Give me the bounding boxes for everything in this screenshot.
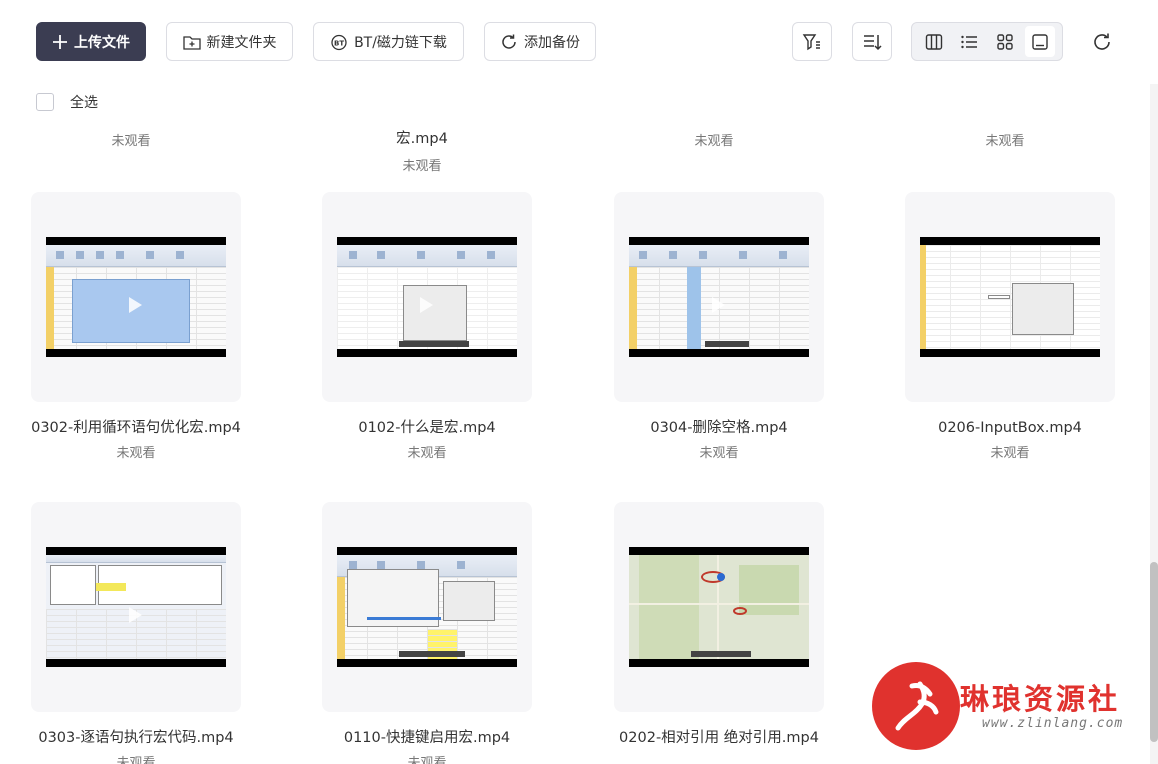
svg-text:BT: BT — [334, 39, 344, 47]
new-folder-label: 新建文件夹 — [206, 34, 277, 51]
file-name[interactable]: 0304-删除空格.mp4 — [614, 416, 824, 441]
filter-icon — [802, 33, 820, 50]
upload-label: 上传文件 — [74, 34, 130, 51]
sync-icon — [502, 34, 516, 49]
columns-icon — [925, 33, 942, 50]
view-mode-group — [911, 22, 1063, 61]
video-thumbnail[interactable] — [322, 502, 532, 712]
thumbnail-icon — [1032, 33, 1048, 50]
folder-add-icon — [182, 35, 201, 50]
file-card[interactable]: 0110-快捷键启用宏.mp4 未观看 — [322, 502, 532, 764]
watch-status: 未观看 — [116, 756, 156, 764]
file-name[interactable]: 0303-逐语句执行宏代码.mp4 — [31, 726, 241, 751]
watch-status: 未观看 — [407, 756, 447, 764]
select-all[interactable]: 全选 — [36, 92, 98, 112]
video-thumbnail[interactable] — [322, 192, 532, 402]
add-backup-button[interactable]: 添加备份 — [484, 22, 596, 61]
file-name[interactable]: 0102-什么是宏.mp4 — [322, 416, 532, 441]
file-name[interactable]: 0206-InputBox.mp4 — [905, 416, 1115, 441]
watch-status: 未观看 — [407, 446, 447, 461]
scrollbar-thumb[interactable] — [1150, 562, 1158, 742]
watch-status: 未观看 — [111, 134, 151, 149]
view-thumbnail-button[interactable] — [1025, 26, 1056, 57]
video-frame — [920, 237, 1100, 357]
file-card[interactable]: 0304-删除空格.mp4 未观看 — [614, 192, 824, 466]
video-thumbnail[interactable] — [31, 192, 241, 402]
add-backup-label: 添加备份 — [524, 34, 580, 51]
watch-status: 未观看 — [694, 134, 734, 149]
video-frame — [337, 237, 517, 357]
grid-icon — [997, 33, 1013, 50]
refresh-icon — [1094, 33, 1110, 50]
sort-icon — [864, 34, 882, 50]
watch-status: 未观看 — [402, 159, 442, 174]
bt-download-button[interactable]: BT BT/磁力链下载 — [313, 22, 464, 61]
filter-button[interactable] — [792, 22, 832, 61]
video-frame — [629, 547, 809, 667]
file-card[interactable]: 0303-逐语句执行宏代码.mp4 未观看 — [31, 502, 241, 764]
video-frame — [46, 547, 226, 667]
file-name[interactable]: 0110-快捷键启用宏.mp4 — [322, 726, 532, 751]
select-all-label: 全选 — [70, 95, 98, 111]
file-card[interactable]: 0202-相对引用 绝对引用.mp4 — [614, 502, 824, 751]
watch-status: 未观看 — [116, 446, 156, 461]
list-icon — [961, 35, 978, 48]
bt-icon: BT — [331, 34, 347, 50]
file-card[interactable]: 0302-利用循环语句优化宏.mp4 未观看 — [31, 192, 241, 466]
toolbar: 上传文件 新建文件夹 BT BT/磁力链下载 添加备份 — [0, 0, 1158, 84]
upload-button[interactable]: 上传文件 — [36, 22, 146, 61]
video-frame — [629, 237, 809, 357]
video-thumbnail[interactable] — [614, 192, 824, 402]
watermark-url: www.zlinlang.com — [982, 716, 1124, 731]
file-name[interactable]: 0202-相对引用 绝对引用.mp4 — [614, 726, 824, 751]
view-grid-button[interactable] — [990, 26, 1020, 57]
watermark: 琳琅资源社 www.zlinlang.com — [872, 658, 1142, 753]
watch-status: 未观看 — [699, 446, 739, 461]
watch-status: 未观看 — [985, 134, 1025, 149]
select-bar — [0, 84, 1150, 116]
video-frame — [337, 547, 517, 667]
video-thumbnail[interactable] — [31, 502, 241, 712]
select-all-checkbox[interactable] — [36, 93, 54, 111]
refresh-button[interactable] — [1088, 28, 1116, 56]
sort-button[interactable] — [852, 22, 892, 61]
file-card[interactable]: 0102-什么是宏.mp4 未观看 — [322, 192, 532, 466]
video-frame — [46, 237, 226, 357]
file-name-partial[interactable]: 宏.mp4 — [317, 127, 527, 152]
view-list-button[interactable] — [954, 26, 984, 57]
video-thumbnail[interactable] — [614, 502, 824, 712]
new-folder-button[interactable]: 新建文件夹 — [166, 22, 293, 61]
plus-icon — [53, 34, 67, 49]
watermark-title: 琳琅资源社 — [960, 682, 1121, 716]
watch-status: 未观看 — [990, 446, 1030, 461]
video-thumbnail[interactable] — [905, 192, 1115, 402]
file-name[interactable]: 0302-利用循环语句优化宏.mp4 — [31, 416, 241, 441]
deer-logo-icon — [872, 662, 960, 750]
file-card[interactable]: 0206-InputBox.mp4 未观看 — [905, 192, 1115, 466]
bt-download-label: BT/磁力链下载 — [354, 34, 447, 51]
view-columns-button[interactable] — [919, 26, 949, 57]
